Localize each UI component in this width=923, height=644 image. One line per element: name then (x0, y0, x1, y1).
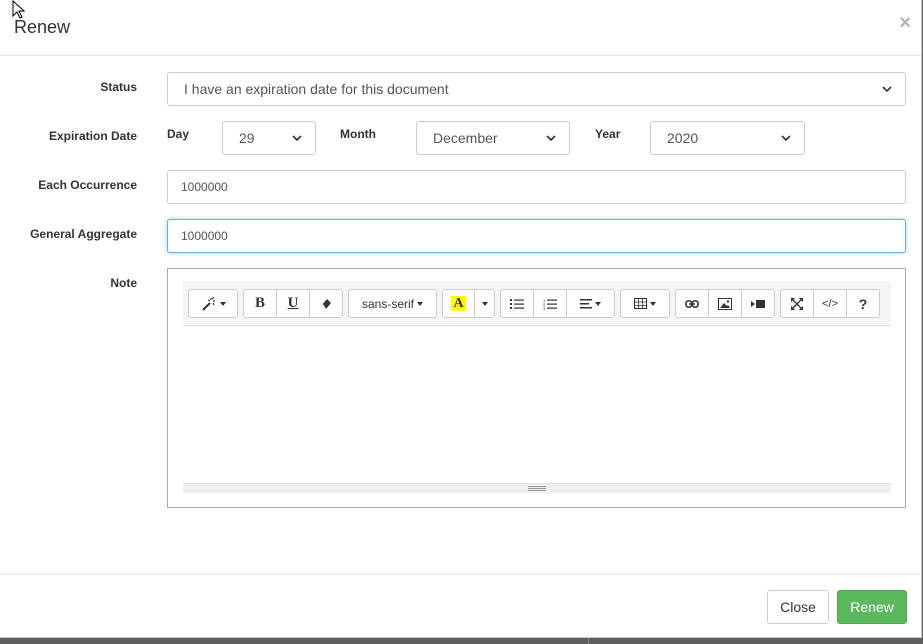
unordered-list-button[interactable] (500, 289, 534, 318)
link-button[interactable] (675, 289, 709, 318)
svg-text:3: 3 (543, 306, 546, 310)
table-icon (634, 298, 647, 309)
modal-header: Renew × (0, 0, 921, 56)
video-icon (751, 299, 765, 308)
magic-icon (201, 296, 215, 311)
caret-icon (481, 301, 488, 306)
status-value: I have an expiration date for this docum… (184, 81, 449, 97)
fullscreen-icon (791, 297, 803, 310)
table-button[interactable] (620, 289, 670, 318)
note-editor[interactable]: B U sans-serif A 123 </> ? (167, 268, 906, 508)
editor-toolbar: B U sans-serif A 123 </> ? (183, 281, 891, 326)
chevron-down-icon (781, 135, 791, 142)
style-button[interactable] (188, 289, 238, 318)
close-button[interactable]: Close (767, 590, 829, 624)
code-view-icon: </> (822, 297, 838, 310)
unordered-list-icon (510, 298, 524, 309)
font-name-value: sans-serif (361, 296, 414, 311)
each-occurrence-input[interactable]: 1000000 (167, 170, 906, 204)
renew-button[interactable]: Renew (837, 590, 907, 624)
caret-icon (417, 301, 423, 306)
status-select[interactable]: I have an expiration date for this docum… (167, 72, 906, 106)
align-button[interactable] (566, 289, 615, 318)
note-label: Note (110, 276, 137, 290)
resize-grip-icon[interactable] (528, 486, 546, 491)
image-button[interactable] (708, 289, 742, 318)
each-occurrence-value: 1000000 (181, 180, 228, 194)
day-value: 29 (239, 130, 255, 146)
caret-icon (219, 301, 226, 306)
general-aggregate-value: 1000000 (181, 229, 228, 243)
day-select[interactable]: 29 (222, 121, 316, 155)
modal-footer (0, 574, 921, 575)
underline-button[interactable]: U (276, 289, 310, 318)
day-label: Day (167, 127, 190, 141)
each-occurrence-label: Each Occurrence (38, 178, 137, 192)
chevron-down-icon (292, 135, 302, 142)
eraser-button[interactable] (309, 289, 343, 318)
chevron-down-icon (882, 86, 892, 93)
caret-icon (595, 301, 601, 306)
status-label: Status (100, 80, 137, 94)
fullscreen-button[interactable] (780, 289, 814, 318)
video-button[interactable] (741, 289, 775, 318)
ordered-list-button[interactable]: 123 (533, 289, 567, 318)
year-label: Year (595, 127, 621, 141)
image-icon (718, 297, 732, 310)
link-icon (685, 299, 699, 308)
editor-resize-bar[interactable] (183, 483, 891, 493)
month-label: Month (340, 127, 376, 141)
background-divider (588, 638, 589, 644)
align-icon (580, 298, 592, 308)
general-aggregate-input[interactable]: 1000000 (167, 219, 906, 253)
help-icon: ? (858, 295, 868, 312)
mouse-cursor-icon (12, 0, 26, 19)
bold-icon: B (254, 295, 265, 311)
font-name-button[interactable]: sans-serif (348, 289, 437, 318)
month-select[interactable]: December (416, 121, 570, 155)
year-value: 2020 (667, 130, 699, 146)
eraser-icon (321, 298, 331, 309)
highlight-icon: A (451, 296, 466, 311)
underline-icon: U (287, 295, 299, 311)
month-value: December (433, 130, 498, 146)
close-icon[interactable]: × (899, 13, 911, 33)
chevron-down-icon (546, 135, 556, 142)
expiration-date-label: Expiration Date (48, 129, 137, 143)
highlight-button[interactable]: A (442, 289, 475, 318)
highlight-dropdown[interactable] (474, 289, 495, 318)
help-button[interactable]: ? (846, 289, 880, 318)
caret-icon (650, 301, 656, 306)
renew-modal: Renew × Status I have an expiration date… (0, 0, 922, 638)
year-select[interactable]: 2020 (650, 121, 805, 155)
general-aggregate-label: General Aggregate (30, 227, 137, 241)
ordered-list-icon: 123 (543, 298, 557, 310)
code-view-button[interactable]: </> (813, 289, 847, 318)
bold-button[interactable]: B (243, 289, 277, 318)
modal-title: Renew (14, 17, 71, 37)
